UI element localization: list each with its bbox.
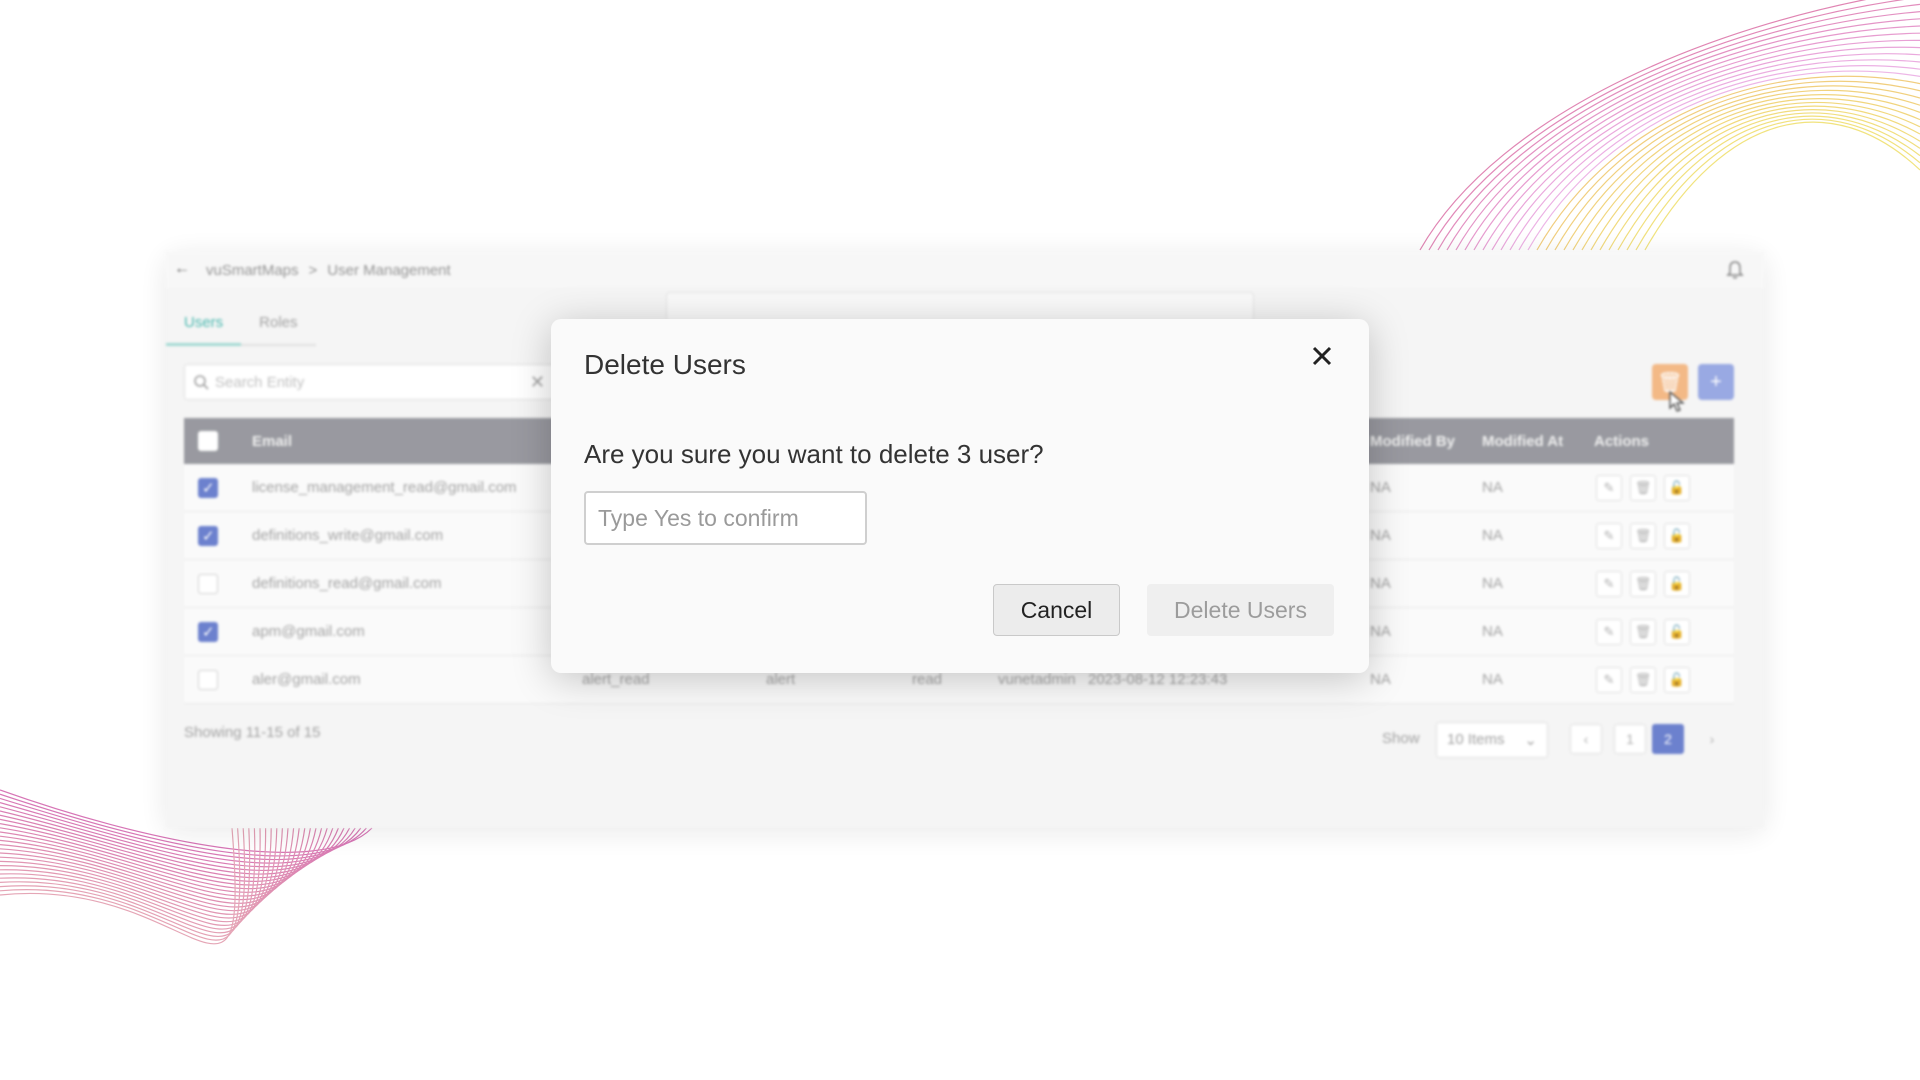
cell-modified-by: NA: [1370, 575, 1391, 592]
edit-icon[interactable]: ✎: [1596, 474, 1622, 501]
show-label: Show: [1382, 730, 1420, 747]
col-actions: Actions: [1594, 432, 1650, 450]
prev-page-button[interactable]: ‹: [1570, 724, 1602, 754]
col-email[interactable]: Email: [252, 433, 292, 450]
cell-modified-by: NA: [1370, 479, 1391, 496]
delete-users-dialog: Delete Users Are you sure you want to de…: [551, 319, 1369, 673]
tab-roles[interactable]: Roles: [241, 308, 316, 346]
trash-icon[interactable]: 🗑: [1630, 618, 1656, 645]
cell-email: definitions_write@gmail.com: [252, 527, 444, 544]
chevron-down-icon: ⌄: [1524, 732, 1537, 749]
edit-icon[interactable]: ✎: [1596, 618, 1622, 645]
page-button-1[interactable]: 1: [1614, 724, 1646, 754]
breadcrumb-root[interactable]: vuSmartMaps: [206, 262, 299, 279]
cell-email: license_management_read@gmail.com: [252, 479, 517, 496]
cell-modified-at: NA: [1482, 479, 1503, 496]
pagination-summary: Showing 11-15 of 15: [184, 724, 321, 741]
col-modified-by[interactable]: Modified By: [1370, 433, 1455, 450]
row-checkbox[interactable]: [198, 573, 218, 594]
cell-modified-by: NA: [1370, 527, 1391, 544]
cell-modified-at: NA: [1482, 575, 1503, 592]
plus-icon: +: [1710, 370, 1722, 393]
mouse-cursor-icon: [1669, 390, 1685, 412]
cell-modified-at: NA: [1482, 623, 1503, 640]
cell-modified-by: NA: [1370, 671, 1391, 688]
cell-email: apm@gmail.com: [252, 623, 365, 640]
lock-icon[interactable]: 🔓: [1664, 474, 1690, 501]
trash-icon[interactable]: 🗑: [1630, 474, 1656, 501]
breadcrumb-separator: >: [308, 262, 318, 279]
row-checkbox[interactable]: [198, 525, 218, 546]
delete-users-button[interactable]: Delete Users: [1147, 584, 1334, 636]
lock-icon[interactable]: 🔓: [1664, 522, 1690, 549]
bell-icon[interactable]: [1726, 260, 1744, 280]
breadcrumb-current: User Management: [327, 262, 451, 279]
back-arrow-icon[interactable]: ←: [174, 260, 190, 278]
confirm-input[interactable]: [584, 491, 867, 545]
app-header: ← vuSmartMaps > User Management: [166, 252, 1764, 288]
add-user-button[interactable]: +: [1698, 364, 1734, 400]
dialog-title: Delete Users: [584, 349, 746, 380]
lock-icon[interactable]: 🔓: [1664, 666, 1690, 693]
edit-icon[interactable]: ✎: [1596, 522, 1622, 549]
trash-icon[interactable]: 🗑: [1630, 570, 1656, 597]
items-per-page-value: 10 Items: [1447, 731, 1505, 748]
items-per-page-select[interactable]: 10 Items ⌄: [1436, 722, 1548, 758]
cancel-button[interactable]: Cancel: [993, 584, 1120, 636]
search-input[interactable]: Search Entity ✕: [184, 364, 554, 400]
row-checkbox[interactable]: [198, 621, 218, 642]
cell-modified-at: NA: [1482, 671, 1503, 688]
edit-icon[interactable]: ✎: [1596, 666, 1622, 693]
close-icon[interactable]: [1307, 341, 1337, 371]
trash-icon[interactable]: 🗑: [1630, 522, 1656, 549]
search-icon: [194, 375, 209, 390]
cell-email: definitions_read@gmail.com: [252, 575, 442, 592]
cell-modified-at: NA: [1482, 527, 1503, 544]
cell-modified-by: NA: [1370, 623, 1391, 640]
breadcrumb: vuSmartMaps > User Management: [206, 262, 451, 279]
cell-created-at: 2023-08-12 12:23:43: [1088, 671, 1228, 688]
row-checkbox[interactable]: [198, 669, 218, 690]
cell-role: alert_read: [582, 671, 650, 688]
tab-users[interactable]: Users: [166, 308, 242, 346]
trash-icon[interactable]: 🗑: [1630, 666, 1656, 693]
dialog-question: Are you sure you want to delete 3 user?: [584, 439, 1044, 469]
top-search-bar[interactable]: [666, 292, 1254, 322]
search-placeholder: Search Entity: [215, 373, 305, 391]
cell-created-by: vunetadmin: [998, 671, 1076, 688]
tab-bar: Users Roles: [166, 308, 316, 346]
col-modified-at[interactable]: Modified At: [1482, 433, 1563, 450]
row-checkbox[interactable]: [198, 477, 218, 498]
lock-icon[interactable]: 🔓: [1664, 618, 1690, 645]
page-button-2[interactable]: 2: [1652, 724, 1684, 754]
clear-search-icon[interactable]: ✕: [530, 372, 545, 393]
select-all-checkbox[interactable]: [198, 431, 218, 451]
cell-module: alert: [766, 671, 796, 688]
cell-permission: read: [912, 671, 943, 688]
next-page-button[interactable]: ›: [1696, 724, 1728, 754]
lock-icon[interactable]: 🔓: [1664, 570, 1690, 597]
cell-email: aler@gmail.com: [252, 671, 361, 688]
edit-icon[interactable]: ✎: [1596, 570, 1622, 597]
